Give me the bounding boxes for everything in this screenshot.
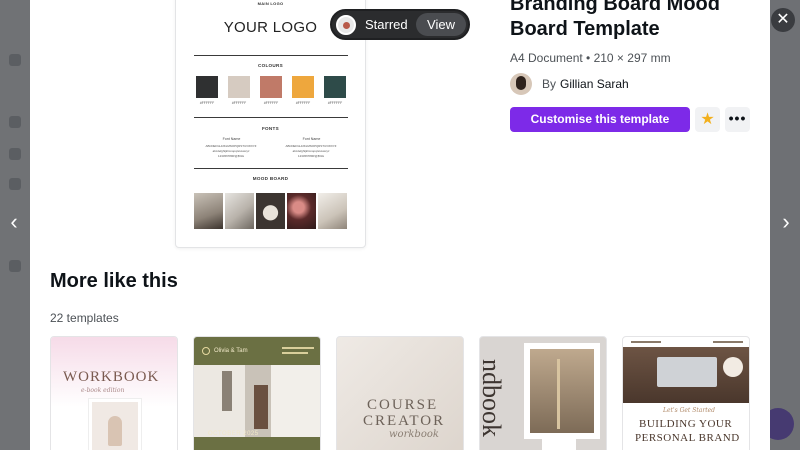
more-icon: ••• [728,110,747,126]
swatch-code-4: #FFFFFF [295,101,311,105]
template-thumbnail-3[interactable]: COURSE CREATOR workbook [336,336,464,450]
thumb-3-line3: workbook [389,429,439,440]
next-template-button[interactable]: › [774,208,798,236]
templates-count: 22 templates [50,311,119,325]
view-button[interactable]: View [416,13,466,36]
previous-template-button[interactable]: ‹ [2,208,26,236]
swatch-1 [196,76,218,98]
author-avatar [510,73,532,95]
swatch-5 [324,76,346,98]
preview-numbers-1: 1234567890!@$%& [218,154,244,158]
swatch-code-5: #FFFFFF [327,101,343,105]
preview-alphabet-lower-2: abcdefghijklmnopqrstuvwxyz [292,149,330,153]
preview-alphabet-upper-1: ABCDEFGHIJKLMNOPQRSTUVWXYZ [205,144,257,148]
star-button[interactable]: ★ [695,107,720,132]
preview-moodboard-label: MOOD BOARD [252,176,289,181]
template-thumbnail-2[interactable]: Olivia & Tam OCTOBER 2025 [193,336,321,450]
thumb-2-date: OCTOBER 2025 [208,431,259,437]
starred-chip: Starred View [330,9,470,40]
template-thumbnail-4[interactable]: ndbook [479,336,607,450]
preview-font-name-2: Font Name [302,137,321,141]
preview-main-logo: MAIN LOGO [257,1,284,6]
close-icon: ✕ [776,11,790,28]
customise-template-button[interactable]: Customise this template [510,107,690,132]
thumb-5-kicker: Let's Get Started [663,407,716,414]
starred-label: Starred [365,17,408,32]
chevron-right-icon: › [782,209,790,234]
author-name-link[interactable]: Gillian Sarah [560,77,629,91]
template-thumbnail-5[interactable]: Let's Get Started BUILDING YOUR PERSONAL… [622,336,750,450]
swatch-3 [260,76,282,98]
thumb-1-title: WORKBOOK [63,369,160,385]
preview-alphabet-lower-1: abcdefghijklmnopqrstuvwxyz [212,149,250,153]
template-detail-modal: MAIN LOGO YOUR LOGO COLOURS #FFFFFF #FFF… [30,0,770,450]
close-modal-button[interactable]: ✕ [771,8,795,32]
thumb-3-line1: COURSE [367,397,439,413]
preview-numbers-2: 1234567890!@$%& [298,154,324,158]
preview-divider [194,168,348,169]
preview-divider [194,55,348,56]
thumb-4-title: ndbook [479,359,506,437]
mood-image-4 [287,193,316,229]
more-options-button[interactable]: ••• [725,107,750,132]
chevron-left-icon: ‹ [10,209,18,234]
preview-fonts-label: FONTS [261,126,280,131]
template-title: Branding Board Mood Board Template [510,0,720,40]
thumb-5-line1: BUILDING YOUR [639,418,733,430]
preview-colours-label: COLOURS [257,63,284,68]
template-meta: A4 Document • 210 × 297 mm [510,51,671,65]
swatch-code-1: #FFFFFF [199,101,215,105]
swatch-code-2: #FFFFFF [231,101,247,105]
star-icon: ★ [700,111,715,128]
preview-divider [194,117,348,118]
more-like-this-heading: More like this [50,270,178,292]
template-author[interactable]: By Gillian Sarah [510,72,629,96]
mood-image-3 [256,193,285,229]
swatch-2 [228,76,250,98]
thumb-3-line2: CREATOR [363,413,446,429]
thumb-2-brand: Olivia & Tam [214,348,248,354]
mood-image-2 [225,193,254,229]
thumb-1-subtitle: e-book edition [81,387,125,394]
template-thumbnail-1[interactable]: WORKBOOK e-book edition [50,336,178,450]
swatch-4 [292,76,314,98]
mood-image-1 [194,193,223,229]
starred-avatar-icon [336,15,356,35]
thumb-5-line2: PERSONAL BRAND [635,432,740,444]
swatch-code-3: #FFFFFF [263,101,279,105]
preview-alphabet-upper-2: ABCDEFGHIJKLMNOPQRSTUVWXYZ [285,144,337,148]
preview-font-name-1: Font Name [222,137,241,141]
mood-image-5 [318,193,347,229]
author-prefix: By [542,77,557,91]
